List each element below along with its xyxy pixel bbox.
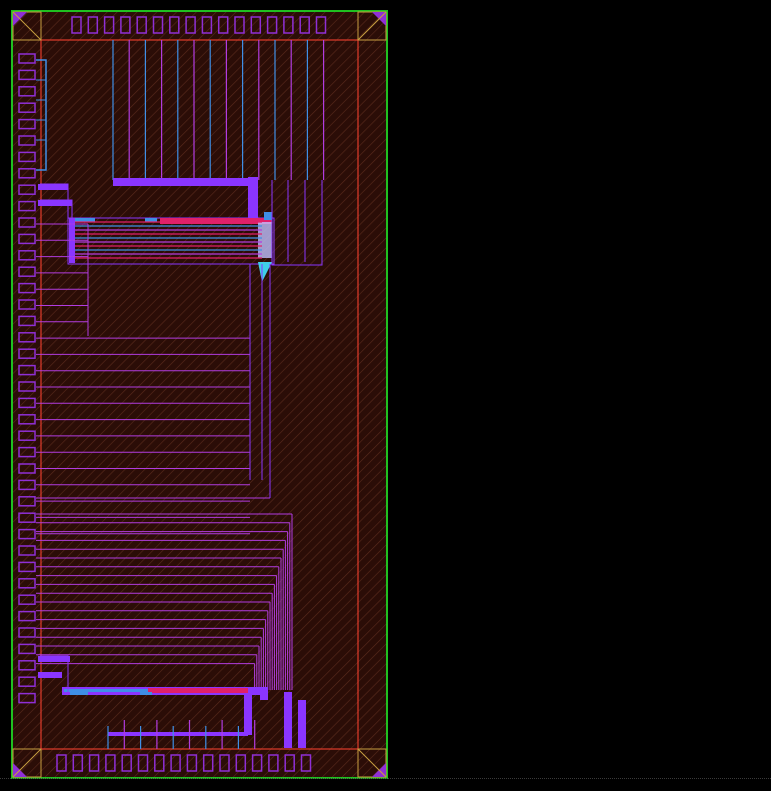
- canvas-boundary-line: [0, 778, 771, 779]
- lower-fanout-wires[interactable]: [36, 513, 293, 690]
- chip-layout-canvas[interactable]: [0, 0, 771, 791]
